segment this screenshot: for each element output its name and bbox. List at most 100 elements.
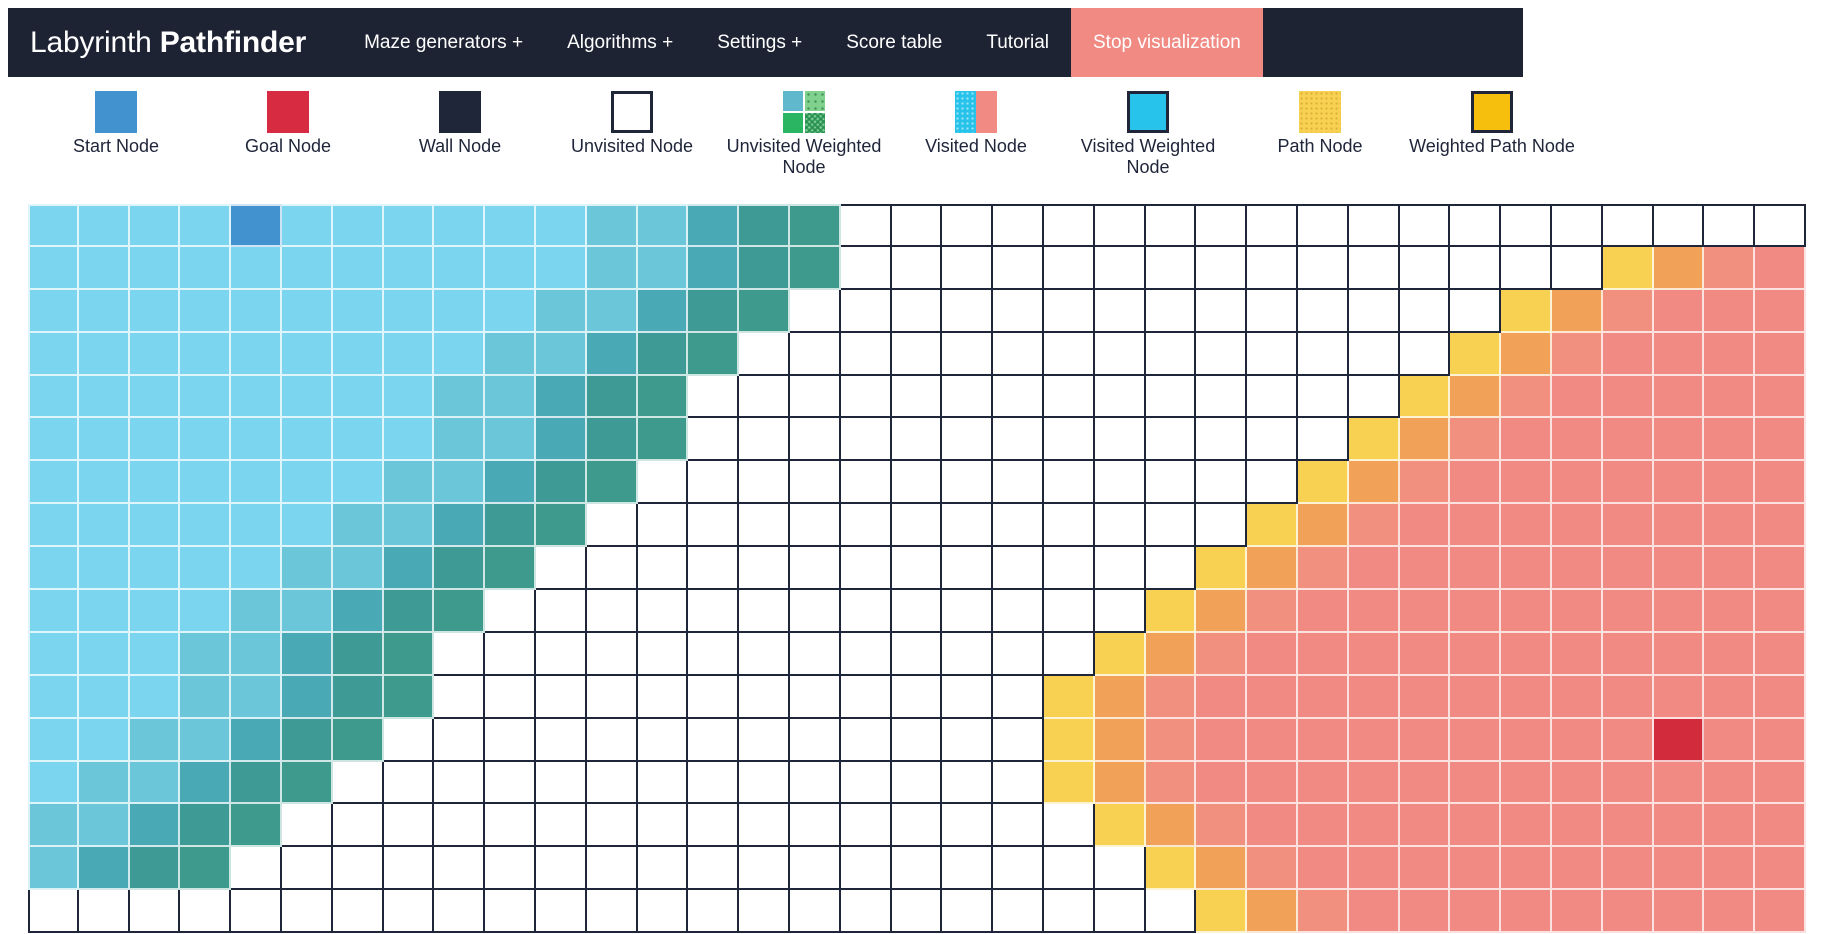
pathfinding-grid-container[interactable] bbox=[28, 204, 1806, 934]
grid-cell[interactable] bbox=[942, 762, 993, 805]
nav-item-algorithms[interactable]: Algorithms + bbox=[545, 8, 695, 77]
grid-cell[interactable] bbox=[1552, 547, 1603, 590]
grid-cell[interactable] bbox=[993, 376, 1044, 419]
grid-cell[interactable] bbox=[638, 847, 689, 890]
grid-cell[interactable] bbox=[1755, 204, 1806, 247]
grid-cell[interactable] bbox=[739, 847, 790, 890]
grid-cell[interactable] bbox=[1603, 547, 1654, 590]
grid-cell[interactable] bbox=[1755, 247, 1806, 290]
grid-cell[interactable] bbox=[333, 633, 384, 676]
grid-cell[interactable] bbox=[536, 333, 587, 376]
grid-cell[interactable] bbox=[1400, 204, 1451, 247]
grid-cell[interactable] bbox=[1196, 590, 1247, 633]
grid-cell[interactable] bbox=[790, 762, 841, 805]
grid-cell[interactable] bbox=[1349, 633, 1400, 676]
grid-cell[interactable] bbox=[231, 376, 282, 419]
nav-item-tutorial[interactable]: Tutorial bbox=[964, 8, 1071, 77]
grid-cell[interactable] bbox=[28, 762, 79, 805]
grid-cell[interactable] bbox=[384, 204, 435, 247]
grid-cell[interactable] bbox=[1146, 461, 1197, 504]
grid-cell[interactable] bbox=[1704, 890, 1755, 933]
grid-cell[interactable] bbox=[79, 804, 130, 847]
grid-cell[interactable] bbox=[841, 247, 892, 290]
grid-cell[interactable] bbox=[384, 290, 435, 333]
grid-cell[interactable] bbox=[1450, 590, 1501, 633]
grid-cell[interactable] bbox=[28, 504, 79, 547]
grid-cell[interactable] bbox=[1095, 804, 1146, 847]
grid-cell[interactable] bbox=[1196, 504, 1247, 547]
grid-cell[interactable] bbox=[638, 676, 689, 719]
grid-cell[interactable] bbox=[384, 461, 435, 504]
grid-cell[interactable] bbox=[1654, 547, 1705, 590]
grid-cell[interactable] bbox=[892, 418, 943, 461]
grid-cell[interactable] bbox=[1247, 762, 1298, 805]
grid-cell[interactable] bbox=[1196, 890, 1247, 933]
grid-cell[interactable] bbox=[1298, 418, 1349, 461]
grid-cell[interactable] bbox=[434, 590, 485, 633]
grid-cell[interactable] bbox=[28, 376, 79, 419]
grid-cell[interactable] bbox=[333, 504, 384, 547]
grid-cell[interactable] bbox=[333, 804, 384, 847]
grid-cell[interactable] bbox=[28, 204, 79, 247]
grid-cell[interactable] bbox=[841, 547, 892, 590]
grid-cell[interactable] bbox=[1501, 847, 1552, 890]
grid-cell[interactable] bbox=[180, 547, 231, 590]
grid-cell[interactable] bbox=[180, 676, 231, 719]
grid-cell[interactable] bbox=[485, 890, 536, 933]
grid-cell[interactable] bbox=[79, 547, 130, 590]
grid-cell[interactable] bbox=[1044, 504, 1095, 547]
grid-cell[interactable] bbox=[638, 547, 689, 590]
grid-cell[interactable] bbox=[1146, 547, 1197, 590]
grid-cell[interactable] bbox=[1349, 204, 1400, 247]
grid-cell[interactable] bbox=[587, 504, 638, 547]
grid-cell[interactable] bbox=[790, 804, 841, 847]
grid-cell[interactable] bbox=[688, 719, 739, 762]
grid-cell[interactable] bbox=[434, 847, 485, 890]
grid-cell[interactable] bbox=[790, 890, 841, 933]
grid-cell[interactable] bbox=[333, 461, 384, 504]
grid-cell[interactable] bbox=[282, 290, 333, 333]
grid-cell[interactable] bbox=[1349, 547, 1400, 590]
grid-cell[interactable] bbox=[841, 504, 892, 547]
grid-cell[interactable] bbox=[1095, 890, 1146, 933]
grid-cell[interactable] bbox=[180, 376, 231, 419]
grid-cell[interactable] bbox=[231, 547, 282, 590]
grid-cell[interactable] bbox=[638, 461, 689, 504]
grid-cell[interactable] bbox=[942, 804, 993, 847]
grid-cell[interactable] bbox=[130, 590, 181, 633]
grid-cell[interactable] bbox=[282, 204, 333, 247]
grid-cell[interactable] bbox=[1704, 719, 1755, 762]
grid-cell[interactable] bbox=[1603, 376, 1654, 419]
grid-cell[interactable] bbox=[1095, 676, 1146, 719]
grid-cell[interactable] bbox=[1654, 890, 1705, 933]
grid-cell[interactable] bbox=[1400, 590, 1451, 633]
grid-cell[interactable] bbox=[130, 461, 181, 504]
grid-cell[interactable] bbox=[231, 590, 282, 633]
grid-cell[interactable] bbox=[1450, 290, 1501, 333]
grid-cell[interactable] bbox=[282, 418, 333, 461]
grid-cell[interactable] bbox=[1654, 762, 1705, 805]
goal-node-cell[interactable] bbox=[1654, 719, 1705, 762]
grid-cell[interactable] bbox=[993, 590, 1044, 633]
grid-cell[interactable] bbox=[130, 290, 181, 333]
grid-cell[interactable] bbox=[1146, 590, 1197, 633]
grid-cell[interactable] bbox=[1501, 676, 1552, 719]
grid-cell[interactable] bbox=[180, 590, 231, 633]
grid-cell[interactable] bbox=[434, 762, 485, 805]
grid-cell[interactable] bbox=[282, 461, 333, 504]
grid-cell[interactable] bbox=[1654, 376, 1705, 419]
grid-cell[interactable] bbox=[333, 890, 384, 933]
grid-cell[interactable] bbox=[130, 719, 181, 762]
grid-cell[interactable] bbox=[536, 461, 587, 504]
grid-cell[interactable] bbox=[1095, 762, 1146, 805]
grid-cell[interactable] bbox=[1450, 719, 1501, 762]
grid-cell[interactable] bbox=[1044, 290, 1095, 333]
grid-cell[interactable] bbox=[1704, 290, 1755, 333]
grid-cell[interactable] bbox=[79, 719, 130, 762]
grid-cell[interactable] bbox=[536, 633, 587, 676]
grid-cell[interactable] bbox=[180, 204, 231, 247]
grid-cell[interactable] bbox=[1196, 847, 1247, 890]
grid-cell[interactable] bbox=[1501, 376, 1552, 419]
grid-cell[interactable] bbox=[536, 504, 587, 547]
grid-cell[interactable] bbox=[841, 847, 892, 890]
